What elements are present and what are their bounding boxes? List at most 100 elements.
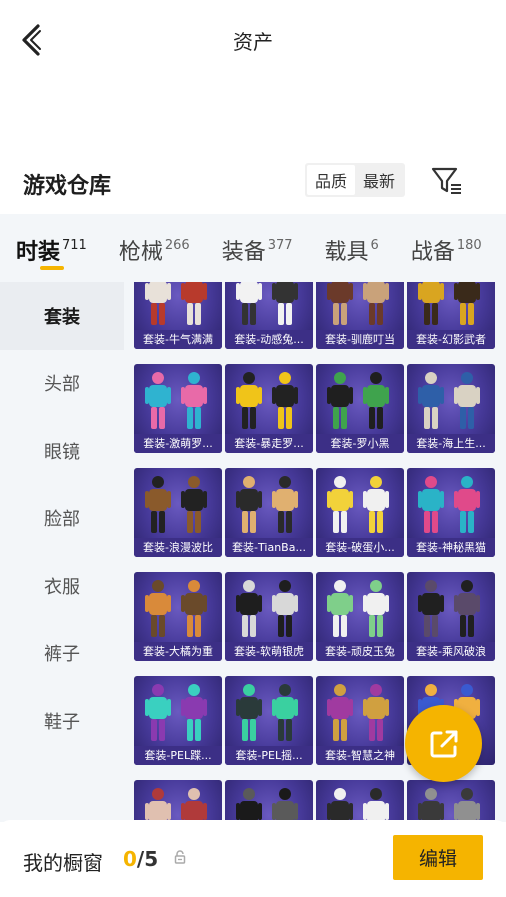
outfit-image [145, 580, 207, 637]
outfit-image [145, 476, 207, 533]
outfit-image [327, 372, 389, 429]
sort-quality-button[interactable]: 品质 [307, 165, 355, 195]
outfit-card[interactable]: 套装-乘风破浪 [407, 572, 495, 661]
outfit-name: 套装-幻影武者 [407, 330, 495, 349]
outfit-image [418, 476, 480, 533]
tab-fashion[interactable]: 时装 711 [16, 214, 87, 282]
outfit-image [236, 372, 298, 429]
outfit-name: 套装-破蛋小... [316, 538, 404, 557]
tab-vehicles[interactable]: 载具 6 [325, 214, 379, 282]
outfit-card[interactable]: 套装-浪漫波比 [134, 468, 222, 557]
tab-supplies[interactable]: 战备 180 [411, 214, 482, 282]
outfit-name: 套装-罗小黑 [316, 434, 404, 453]
outfit-image [418, 580, 480, 637]
outfit-name: 套装-激萌罗... [134, 434, 222, 453]
lock-icon [174, 850, 186, 864]
outfit-card[interactable]: 套装-软萌银虎 [225, 572, 313, 661]
edit-button[interactable]: 编辑 [393, 835, 483, 880]
outfit-image [236, 684, 298, 741]
outfit-card[interactable]: 套装-神秘黑猫 [407, 468, 495, 557]
subcategory-nav: 套装 头部 眼镜 脸部 衣服 裤子 鞋子 [0, 282, 124, 822]
tab-label: 载具 [324, 240, 369, 265]
outfit-image [418, 788, 480, 822]
sort-toggle: 品质 最新 [305, 163, 405, 197]
outfit-name: 套装-海上生... [407, 434, 495, 453]
outfit-card[interactable]: 套装-牛气满满 [134, 282, 222, 349]
outfit-card[interactable]: 套装-罗小黑 [316, 364, 404, 453]
outfit-card[interactable] [316, 780, 404, 822]
outfit-image [145, 282, 207, 325]
outfit-name: 套装-牛气满满 [134, 330, 222, 349]
sort-newest-button[interactable]: 最新 [355, 165, 403, 195]
outfit-name: 套装-乘风破浪 [407, 642, 495, 661]
outfit-image [327, 476, 389, 533]
subnav-item-pants[interactable]: 裤子 [0, 620, 124, 688]
outfit-name: 套装-TianBa... [225, 538, 313, 557]
outfit-name: 套装-顽皮玉兔 [316, 642, 404, 661]
outfit-card[interactable] [134, 780, 222, 822]
outfit-image [327, 580, 389, 637]
outfit-card[interactable] [407, 780, 495, 822]
outfit-image [236, 476, 298, 533]
subnav-item-clothes[interactable]: 衣服 [0, 552, 124, 620]
outfit-card[interactable]: 套装-智慧之神 [316, 676, 404, 765]
showcase-total: /5 [136, 847, 159, 871]
outfit-image [236, 580, 298, 637]
outfit-image [236, 788, 298, 822]
tab-count: 377 [267, 238, 293, 253]
outfit-name: 套装-软萌银虎 [225, 642, 313, 661]
tab-firearms[interactable]: 枪械 266 [119, 214, 190, 282]
tab-label: 枪械 [118, 240, 163, 265]
outfit-card[interactable]: 套装-PEL蹀... [134, 676, 222, 765]
outfit-card[interactable]: 套装-TianBa... [225, 468, 313, 557]
tab-count: 711 [62, 238, 87, 253]
filter-icon[interactable] [430, 164, 464, 198]
subnav-item-glasses[interactable]: 眼镜 [0, 417, 124, 485]
outfit-image [327, 684, 389, 741]
top-bar: 资产 [0, 0, 506, 80]
outfit-card[interactable]: 套装-暴走罗... [225, 364, 313, 453]
showcase-label: 我的橱窗 [23, 851, 103, 875]
outfit-card[interactable] [225, 780, 313, 822]
outfit-image [327, 282, 389, 325]
showcase-bar: 我的橱窗 0/5 编辑 [0, 820, 506, 897]
subnav-item-head[interactable]: 头部 [0, 350, 124, 418]
outfit-name: 套装-PEL蹀... [134, 746, 222, 765]
outfit-name: 套装-动感兔... [225, 330, 313, 349]
outfit-image [418, 372, 480, 429]
tab-equipment[interactable]: 装备 377 [222, 214, 293, 282]
outfit-image [236, 282, 298, 325]
outfit-image [145, 372, 207, 429]
outfit-name: 套装-驯鹿叮当 [316, 330, 404, 349]
subnav-item-suits[interactable]: 套装 [0, 282, 124, 350]
outfit-card[interactable]: 套装-动感兔... [225, 282, 313, 349]
outfit-name: 套装-神秘黑猫 [407, 538, 495, 557]
outfit-name: 套装-PEL摇... [225, 746, 313, 765]
section-title: 游戏仓库 [23, 174, 112, 199]
outfit-card[interactable]: 套装-大橘为重 [134, 572, 222, 661]
outfit-card[interactable]: 套装-海上生... [407, 364, 495, 453]
tab-count: 266 [164, 238, 190, 253]
share-button[interactable] [405, 705, 482, 782]
tab-label: 时装 [16, 240, 61, 265]
tab-count: 180 [456, 238, 482, 253]
outfit-card[interactable]: 套装-破蛋小... [316, 468, 404, 557]
tab-label: 装备 [221, 240, 266, 265]
category-tabs: 时装 711 枪械 266 装备 377 载具 6 战备 180 [0, 214, 506, 282]
share-icon [430, 730, 457, 757]
outfit-card[interactable]: 套装-幻影武者 [407, 282, 495, 349]
outfit-image [418, 282, 480, 325]
outfit-card[interactable]: 套装-PEL摇... [225, 676, 313, 765]
outfit-card[interactable]: 套装-驯鹿叮当 [316, 282, 404, 349]
outfit-name: 套装-暴走罗... [225, 434, 313, 453]
showcase-current: 0 [123, 847, 137, 871]
subnav-item-face[interactable]: 脸部 [0, 485, 124, 553]
outfit-image [145, 684, 207, 741]
page-title: 资产 [233, 30, 273, 54]
subnav-item-shoes[interactable]: 鞋子 [0, 687, 124, 755]
assets-page: 资产 游戏仓库 品质 最新 时装 711 枪械 266 装备 377 载具 6 战备 18 [0, 0, 506, 897]
warehouse-header: 游戏仓库 品质 最新 [0, 160, 506, 206]
outfit-card[interactable]: 套装-激萌罗... [134, 364, 222, 453]
outfit-card[interactable]: 套装-顽皮玉兔 [316, 572, 404, 661]
outfit-image [145, 788, 207, 822]
